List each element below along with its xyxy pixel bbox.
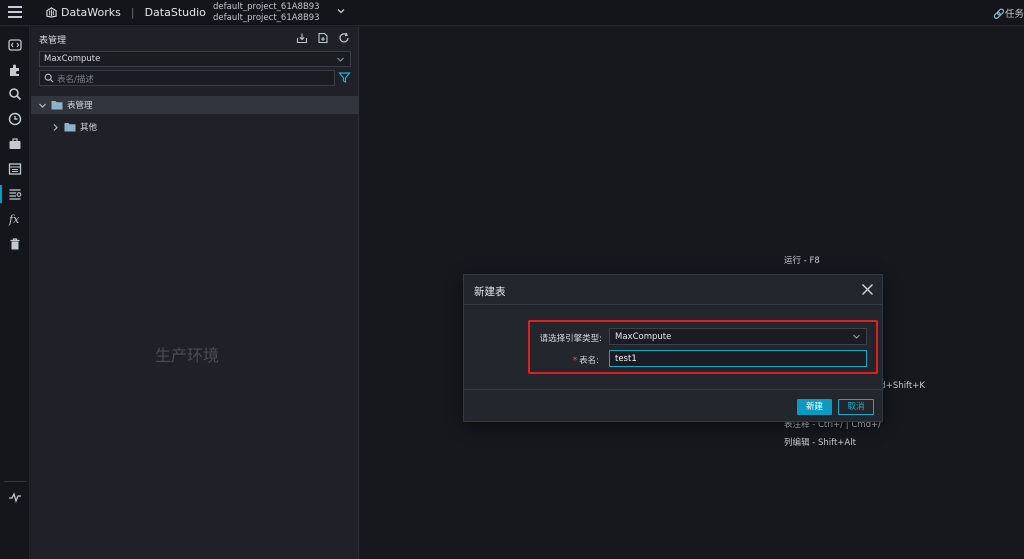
chevron-right-icon (53, 123, 58, 131)
left-icon-rail: fx (0, 27, 30, 559)
chevron-down-icon (39, 103, 46, 108)
svg-text:fx: fx (8, 213, 20, 226)
project-name-line2: default_project_61A8B93 (213, 13, 320, 23)
new-table-dialog: 新建表 请选择引擎类型: MaxCompute * 表名: test1 新建 取消 (463, 274, 883, 422)
refresh-icon[interactable] (338, 32, 350, 44)
link-icon: 🔗 (993, 9, 1005, 20)
folder-icon (51, 101, 63, 110)
panel-toolbar (296, 32, 350, 44)
close-icon[interactable] (861, 283, 874, 296)
dialog-engine-select[interactable]: MaxCompute (609, 328, 867, 345)
table-name-input[interactable]: test1 (609, 350, 867, 367)
table-management-icon[interactable] (8, 187, 22, 201)
rail-divider (4, 481, 26, 482)
create-button[interactable]: 新建 (797, 399, 832, 415)
search-icon[interactable] (8, 87, 22, 101)
dialog-footer-divider (464, 389, 882, 390)
dialog-header: 新建表 (464, 275, 882, 305)
tree-node-table-management[interactable]: 表管理 (31, 96, 359, 114)
shortcut-hint-column-edit: 列编辑 - Shift+Alt (784, 438, 856, 448)
table-name-label: * 表名: (519, 354, 599, 366)
shortcut-hint-run: 运行 - F8 (784, 256, 820, 266)
active-indicator (0, 185, 2, 203)
new-table-icon[interactable] (317, 32, 329, 44)
table-name-label-text: 表名: (579, 356, 599, 366)
import-icon[interactable] (296, 32, 308, 44)
trash-icon[interactable] (8, 237, 22, 251)
chevron-down-icon[interactable] (336, 6, 346, 16)
puzzle-icon[interactable] (8, 63, 22, 77)
table-search-input[interactable]: 表名/描述 (39, 70, 335, 86)
top-bar: DataWorks | DataStudio default_project_6… (0, 0, 1024, 26)
dataworks-logo-icon (46, 7, 57, 18)
search-icon (44, 73, 54, 83)
panel-title: 表管理 (39, 36, 67, 46)
search-placeholder: 表名/描述 (57, 75, 94, 85)
tree-node-label: 表管理 (67, 101, 93, 111)
app-logo[interactable]: DataWorks | DataStudio (46, 6, 206, 19)
table-management-panel: 表管理 MaxCompute 表名/描述 表管理 其他 生产环境 (31, 27, 359, 559)
tree-node-other[interactable]: 其他 (31, 118, 359, 136)
engine-type-label: 请选择引擎类型: (539, 334, 602, 344)
cancel-button[interactable]: 取消 (838, 399, 874, 415)
menu-icon[interactable] (8, 6, 22, 18)
engine-type-select[interactable]: MaxCompute (39, 51, 351, 67)
pulse-icon[interactable] (8, 490, 22, 504)
function-icon[interactable]: fx (8, 212, 22, 226)
task-link-label: 任务 (1004, 9, 1024, 20)
required-mark: * (572, 356, 578, 366)
folder-icon (64, 123, 76, 132)
environment-watermark: 生产环境 (155, 346, 220, 365)
table-list-icon[interactable] (8, 162, 22, 176)
project-selector[interactable]: default_project_61A8B93 default_project_… (213, 2, 320, 24)
brand-name: DataWorks (61, 6, 121, 19)
tree-node-label: 其他 (80, 123, 98, 133)
dialog-title: 新建表 (474, 286, 506, 298)
briefcase-icon[interactable] (8, 137, 22, 151)
task-link[interactable]: 🔗任务 (993, 6, 1024, 20)
chevron-down-icon (853, 334, 860, 339)
app-name: DataStudio (144, 6, 206, 19)
filter-icon[interactable] (338, 71, 351, 84)
dialog-engine-value: MaxCompute (615, 332, 672, 342)
engine-select-value: MaxCompute (44, 54, 101, 64)
code-icon[interactable] (8, 38, 22, 52)
project-name-line1: default_project_61A8B93 (213, 2, 320, 12)
table-name-value: test1 (615, 354, 637, 364)
chevron-down-icon (337, 57, 344, 62)
clock-icon[interactable] (8, 112, 22, 126)
brand-separator: | (130, 6, 135, 19)
